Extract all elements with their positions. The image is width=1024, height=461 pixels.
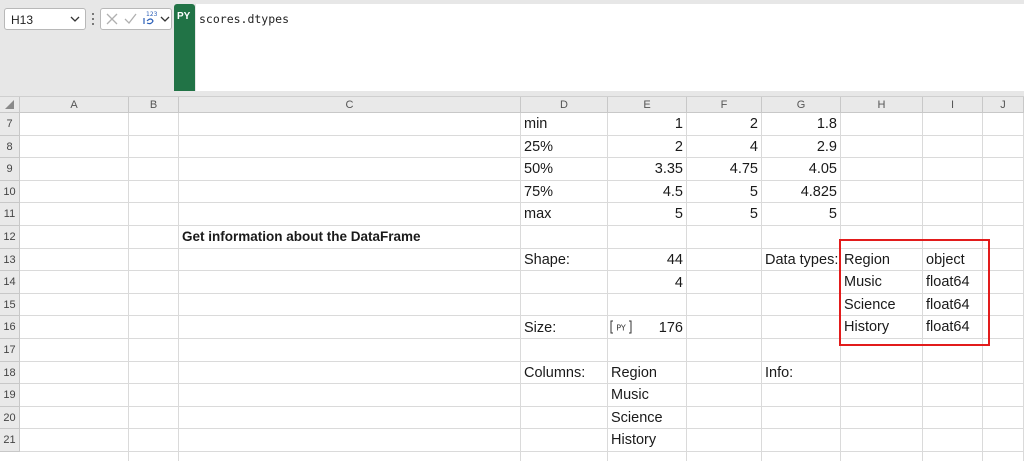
- select-all-corner[interactable]: [0, 97, 20, 113]
- highlight-box: [839, 239, 990, 346]
- column-header-i[interactable]: I: [923, 97, 983, 113]
- shape-label: Shape:: [524, 252, 570, 268]
- column-header-b[interactable]: B: [129, 97, 179, 113]
- row-header-19[interactable]: 19: [0, 384, 20, 407]
- stat-value-g: 1.8: [816, 116, 837, 132]
- gridline-horizontal: [20, 405, 1024, 407]
- formula-bar-area: H13 123 PY scores.dtypes: [0, 0, 1024, 97]
- stat-value-f: 4.75: [729, 161, 758, 178]
- row-header-18[interactable]: 18: [0, 361, 20, 385]
- column-name: History: [611, 432, 657, 449]
- column-header-h[interactable]: H: [841, 97, 923, 113]
- column-header-a[interactable]: A: [20, 97, 129, 113]
- name-box[interactable]: H13: [4, 8, 86, 30]
- stat-value-e: 3.35: [654, 161, 683, 178]
- python-badge: PY: [174, 4, 195, 91]
- stat-label: 25%: [524, 138, 554, 155]
- cancel-icon[interactable]: [105, 9, 119, 29]
- column-name: Region: [611, 364, 657, 381]
- column-header-c[interactable]: C: [179, 97, 521, 113]
- row-header-15[interactable]: 15: [0, 293, 20, 317]
- row-header-8[interactable]: 8: [0, 135, 20, 159]
- data-types-label: Data types:: [765, 252, 839, 268]
- size-value: 176: [658, 320, 683, 336]
- stat-value-f: 5: [749, 183, 758, 200]
- stat-value-e: 1: [674, 116, 683, 132]
- name-box-value: H13: [11, 13, 34, 27]
- row-header-14[interactable]: 14: [0, 271, 20, 294]
- row-header-9[interactable]: 9: [0, 158, 20, 181]
- stat-value-g: 2.9: [816, 138, 837, 155]
- section-title: Get information about the DataFrame: [182, 229, 421, 244]
- row-header-10[interactable]: 10: [0, 180, 20, 204]
- column-header-j[interactable]: J: [983, 97, 1024, 113]
- row-header-21[interactable]: 21: [0, 429, 20, 452]
- stat-value-f: 4: [749, 138, 758, 155]
- info-label: Info:: [765, 365, 794, 381]
- column-name: Music: [611, 387, 649, 404]
- row-header-20[interactable]: 20: [0, 406, 20, 430]
- formula-buttons: 123: [100, 8, 172, 30]
- select-all-triangle-icon: [5, 100, 14, 109]
- gridline-horizontal: [20, 428, 1024, 430]
- check-icon[interactable]: [123, 9, 137, 29]
- row-header-11[interactable]: 11: [0, 203, 20, 226]
- column-header-g[interactable]: G: [762, 97, 841, 113]
- stat-value-f: 5: [749, 206, 758, 223]
- stat-value-e: 4.5: [662, 183, 683, 200]
- size-label: Size:: [524, 320, 557, 336]
- row-header-17[interactable]: 17: [0, 339, 20, 362]
- column-name: Science: [611, 409, 663, 426]
- stat-label: 50%: [524, 161, 554, 178]
- chevron-down-icon[interactable]: [159, 9, 171, 29]
- column-header-e[interactable]: E: [608, 97, 687, 113]
- shape-cols: 4: [674, 275, 683, 291]
- stat-value-g: 4.825: [800, 183, 837, 200]
- stat-value-g: 5: [828, 206, 837, 223]
- stat-value-e: 5: [674, 206, 683, 223]
- stat-label: 75%: [524, 183, 554, 200]
- row-header-12[interactable]: 12: [0, 226, 20, 249]
- gridline-horizontal: [20, 451, 1024, 452]
- stat-value-e: 2: [674, 138, 683, 155]
- shape-rows: 44: [666, 252, 683, 268]
- row-header-13[interactable]: 13: [0, 248, 20, 272]
- python-output-icon[interactable]: 123: [141, 9, 159, 29]
- gridline-vertical: [128, 113, 129, 461]
- chevron-down-icon: [70, 16, 80, 22]
- row-header-7[interactable]: 7: [0, 113, 20, 136]
- row-header-16[interactable]: 16: [0, 316, 20, 339]
- column-header-d[interactable]: D: [521, 97, 608, 113]
- formula-input[interactable]: scores.dtypes: [196, 4, 1024, 91]
- svg-text:123: 123: [146, 11, 158, 18]
- stat-label: max: [524, 206, 552, 223]
- columns-label: Columns:: [524, 365, 586, 381]
- stat-value-f: 2: [749, 116, 758, 132]
- more-options-icon[interactable]: [90, 11, 96, 27]
- stat-value-g: 4.05: [808, 161, 837, 178]
- gridline-vertical: [178, 113, 179, 461]
- worksheet-grid[interactable]: ABCDEFGHIJ 7 8 9 10 11 12 13 14 15 16 17 18 19 20 21 m…: [0, 97, 1024, 461]
- column-header-f[interactable]: F: [687, 97, 762, 113]
- stat-label: min: [524, 116, 548, 132]
